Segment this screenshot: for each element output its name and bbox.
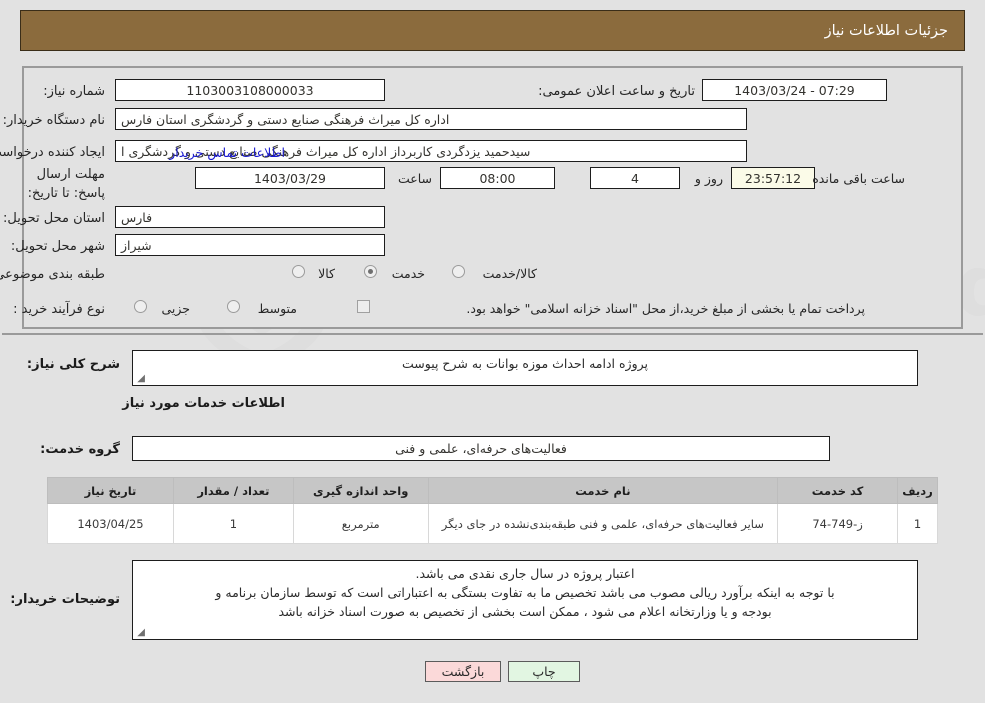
deadline-days-value: 4 bbox=[590, 167, 680, 189]
summary-text: پروژه ادامه احداث موزه بوانات به شرح پیو… bbox=[401, 356, 648, 371]
radio-process-motevaset[interactable] bbox=[227, 300, 240, 313]
treasury-bond-checkbox-label: پرداخت تمام یا بخشی از مبلغ خرید،از محل … bbox=[466, 301, 865, 316]
window-title-bar: جزئیات اطلاعات نیاز bbox=[20, 10, 965, 51]
buyer-contact-link[interactable]: اطلاعات تماس خریدار bbox=[169, 145, 285, 160]
radio-process-motevaset-label: متوسط bbox=[257, 301, 297, 316]
province-label: استان محل تحویل: bbox=[3, 211, 105, 226]
th-unit: واحد اندازه گیری bbox=[292, 477, 429, 504]
cell-date: 1403/04/25 bbox=[47, 503, 174, 544]
cell-code: ز-749-74 bbox=[777, 503, 899, 544]
buyer-notes-label: توضیحات خریدار: bbox=[10, 592, 120, 607]
city-label: شهر محل تحویل: bbox=[10, 239, 105, 254]
service-group-label: گروه خدمت: bbox=[40, 442, 120, 457]
radio-classification-kala[interactable] bbox=[292, 265, 305, 278]
page-root: AriaTender.net جزئیات اطلاعات نیاز شماره… bbox=[0, 0, 985, 703]
th-name: نام خدمت bbox=[427, 477, 779, 504]
deadline-countdown-value: 23:57:12 bbox=[731, 167, 815, 189]
th-date: تاریخ نیاز bbox=[47, 477, 174, 504]
page-title: جزئیات اطلاعات نیاز bbox=[824, 22, 948, 39]
radio-classification-kala-khadamat-label: کالا/خدمت bbox=[482, 266, 537, 281]
request-creator-label: ایجاد کننده درخواست: bbox=[0, 145, 105, 160]
back-button[interactable]: بازگشت bbox=[425, 661, 501, 682]
summary-label: شرح کلی نیاز: bbox=[26, 357, 120, 372]
table-header-row: ردیف کد خدمت نام خدمت واحد اندازه گیری ت… bbox=[47, 477, 938, 504]
services-section-heading: اطلاعات خدمات مورد نیاز bbox=[122, 396, 285, 411]
resize-grip-icon[interactable]: ◢ bbox=[135, 374, 145, 384]
city-value: شیراز bbox=[115, 234, 385, 256]
radio-classification-kala-label: کالا bbox=[318, 266, 335, 281]
table-row: 1 ز-749-74 سایر فعالیت‌های حرفه‌ای، علمی… bbox=[47, 503, 938, 544]
announce-date-value: 1403/03/24 - 07:29 bbox=[702, 79, 887, 101]
buyer-notes-line-2: با توجه به اینکه برآورد ریالی مصوب می با… bbox=[215, 584, 835, 600]
cell-name: سایر فعالیت‌های حرفه‌ای، علمی و فنی طبقه… bbox=[427, 503, 779, 544]
th-row: ردیف bbox=[897, 477, 938, 504]
deadline-label: مهلت ارسال پاسخ: تا تاریخ: bbox=[27, 167, 105, 201]
need-info-panel bbox=[22, 66, 963, 329]
th-code: کد خدمت bbox=[777, 477, 899, 504]
radio-classification-khadamat-label: خدمت bbox=[391, 266, 425, 281]
deadline-hour-label: ساعت bbox=[397, 171, 432, 186]
radio-classification-kala-khadamat[interactable] bbox=[452, 265, 465, 278]
process-type-label: نوع فرآیند خرید : bbox=[13, 302, 105, 317]
buyer-notes-textarea[interactable]: اعتبار پروژه در سال جاری نقدی می باشد. ب… bbox=[132, 560, 918, 640]
radio-process-jozei[interactable] bbox=[134, 300, 147, 313]
deadline-remaining-label: ساعت باقی مانده bbox=[812, 171, 905, 186]
treasury-bond-checkbox[interactable] bbox=[357, 300, 370, 313]
th-qty: تعداد / مقدار bbox=[172, 477, 294, 504]
cell-unit: مترمربع bbox=[292, 503, 429, 544]
summary-textarea[interactable]: پروژه ادامه احداث موزه بوانات به شرح پیو… bbox=[132, 350, 918, 386]
deadline-date-value: 1403/03/29 bbox=[195, 167, 385, 189]
province-value: فارس bbox=[115, 206, 385, 228]
cell-row: 1 bbox=[897, 503, 938, 544]
print-button[interactable]: چاپ bbox=[508, 661, 580, 682]
cell-qty: 1 bbox=[172, 503, 294, 544]
radio-classification-khadamat[interactable] bbox=[364, 265, 377, 278]
deadline-hour-value: 08:00 bbox=[440, 167, 555, 189]
need-number-value: 1103003108000033 bbox=[115, 79, 385, 101]
radio-process-jozei-label: جزیی bbox=[161, 301, 190, 316]
buyer-org-value: اداره کل میراث فرهنگی صنایع دستی و گردشگ… bbox=[115, 108, 747, 130]
resize-grip-icon[interactable]: ◢ bbox=[135, 628, 145, 638]
need-number-label: شماره نیاز: bbox=[43, 84, 105, 99]
announce-date-label: تاریخ و ساعت اعلان عمومی: bbox=[538, 84, 695, 99]
service-group-value: فعالیت‌های حرفه‌ای، علمی و فنی bbox=[132, 436, 830, 461]
deadline-days-label: روز و bbox=[694, 171, 723, 186]
buyer-notes-line-1: اعتبار پروژه در سال جاری نقدی می باشد. bbox=[415, 566, 635, 581]
buyer-org-label: نام دستگاه خریدار: bbox=[2, 113, 105, 128]
services-table: ردیف کد خدمت نام خدمت واحد اندازه گیری ت… bbox=[47, 477, 938, 544]
classification-label: طبقه بندی موضوعی: bbox=[0, 267, 105, 282]
buyer-notes-line-3: بودجه و یا وزارتخانه اعلام می شود ، ممکن… bbox=[278, 603, 772, 619]
